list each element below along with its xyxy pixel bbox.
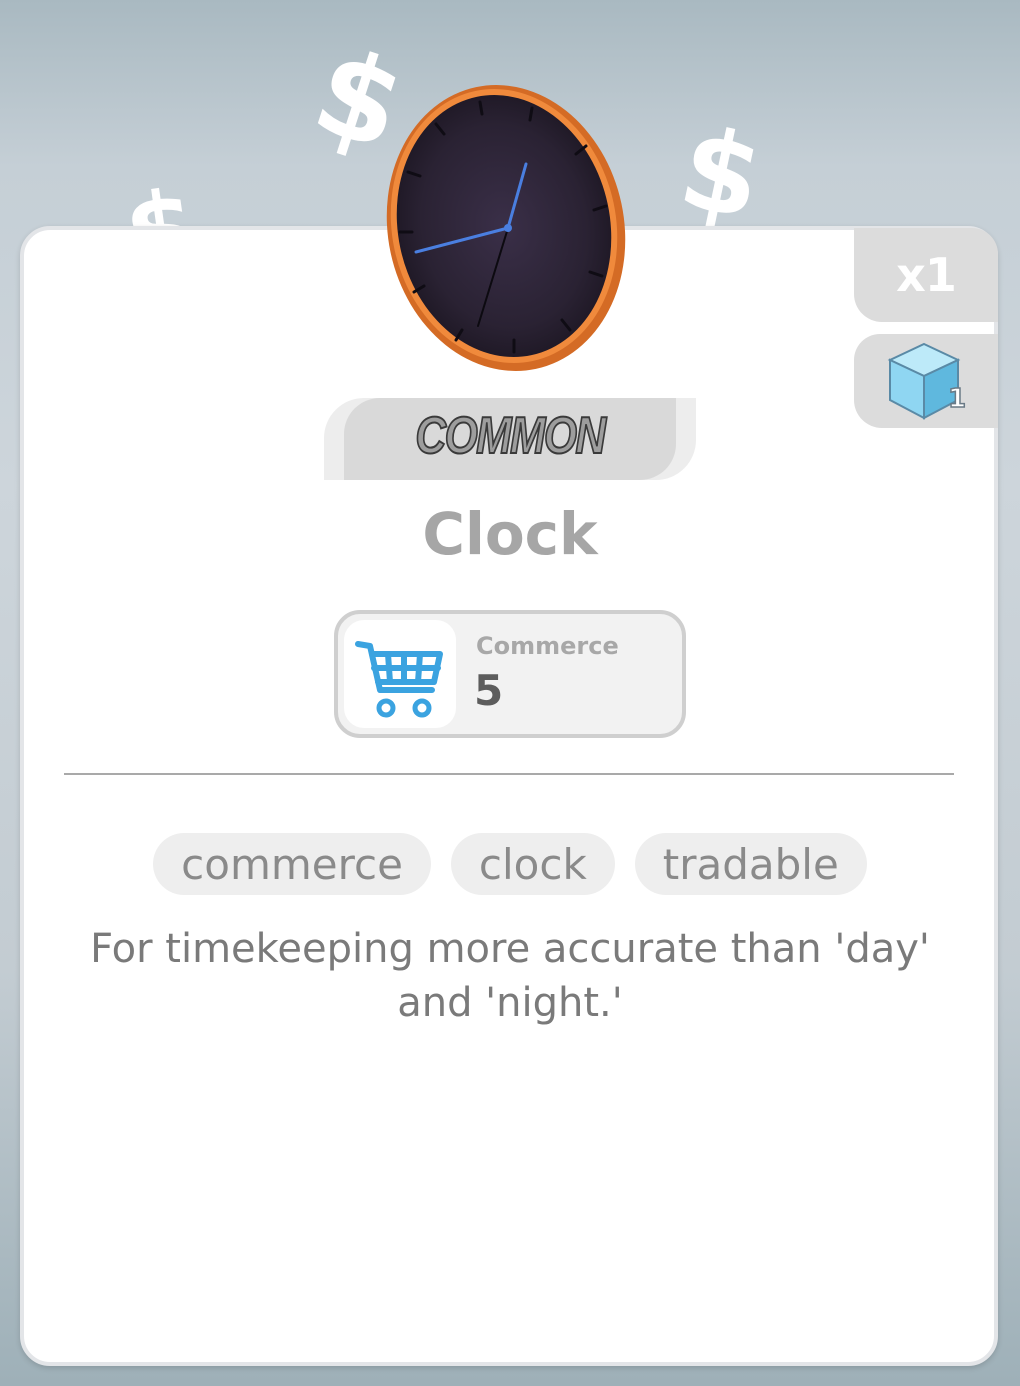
rarity-label: COMMON — [415, 406, 607, 466]
item-name: Clock — [422, 500, 598, 568]
tag-commerce: commerce — [153, 833, 431, 895]
stack-badge: 1 — [854, 334, 998, 428]
rarity-badge: COMMON — [324, 398, 696, 480]
tag-list: commerce clock tradable — [0, 833, 1020, 895]
quantity-label: x1 — [896, 248, 957, 302]
quantity-badge: x1 — [854, 228, 998, 322]
tag-tradable: tradable — [634, 833, 867, 895]
tag-clock: clock — [450, 833, 615, 895]
stat-value: 5 — [474, 666, 504, 715]
stat-icon-container — [344, 620, 456, 728]
item-description: For timekeeping more accurate than 'day'… — [90, 926, 930, 1026]
divider — [64, 773, 954, 775]
stat-label: Commerce — [476, 632, 619, 660]
clock-icon — [380, 80, 632, 376]
dollar-decoration-right: $ — [669, 102, 773, 246]
shopping-cart-icon — [355, 641, 443, 718]
stat-box: Commerce 5 — [334, 610, 686, 738]
stack-count: 1 — [947, 383, 967, 415]
item-card — [20, 226, 998, 1366]
